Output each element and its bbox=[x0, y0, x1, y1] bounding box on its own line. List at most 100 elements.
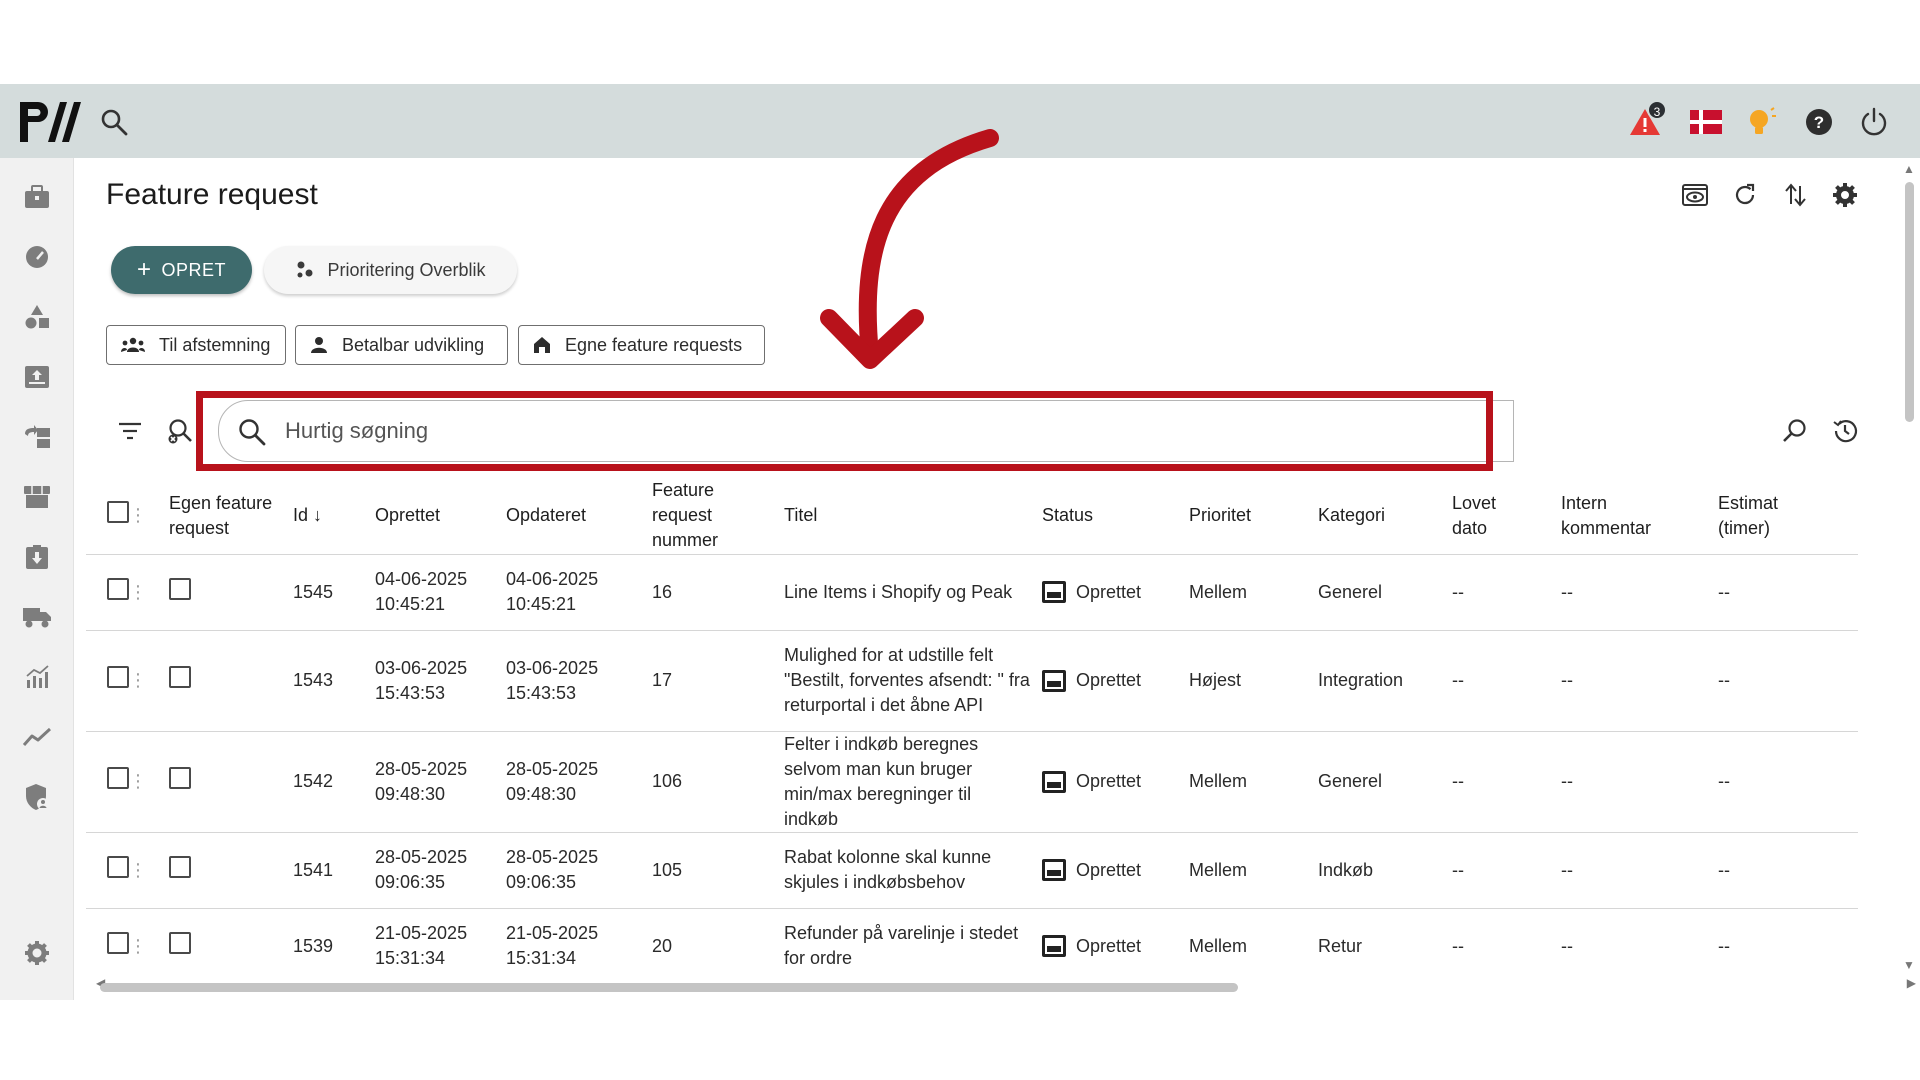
cell-internal-comment: -- bbox=[1561, 832, 1718, 909]
column-header-id[interactable]: Id ↓ bbox=[293, 478, 375, 555]
table-row[interactable]: ⋮ 1539 21-05-2025 15:31:34 21-05-2025 15… bbox=[86, 908, 1858, 978]
row-menu-icon[interactable]: ⋮ bbox=[129, 772, 147, 790]
cell-category: Integration bbox=[1318, 630, 1452, 732]
column-header-title[interactable]: Titel bbox=[784, 478, 1042, 555]
priority-overview-label: Prioritering Overblik bbox=[327, 259, 486, 280]
scroll-right-icon[interactable]: ▶ bbox=[1907, 976, 1916, 990]
vertical-scroll-thumb[interactable] bbox=[1905, 182, 1914, 422]
gauge-icon bbox=[26, 246, 48, 268]
own-request-checkbox[interactable] bbox=[169, 666, 191, 688]
sort-down-arrow-icon: ↓ bbox=[313, 505, 323, 526]
row-select-checkbox[interactable] bbox=[107, 767, 129, 789]
chip-til-afstemning[interactable]: Til afstemning bbox=[106, 325, 286, 365]
column-header-internal-comment[interactable]: Intern kommentar bbox=[1561, 478, 1718, 555]
chip-label: Betalbar udvikling bbox=[342, 334, 485, 355]
table-header-row: ⋮ Egen feature request Id ↓ Oprettet Opd… bbox=[86, 478, 1858, 555]
priority-overview-button[interactable]: Prioritering Overblik bbox=[264, 246, 517, 294]
sidebar-item-settings[interactable] bbox=[20, 936, 54, 970]
scroll-up-icon[interactable]: ▲ bbox=[1903, 162, 1915, 176]
own-request-checkbox[interactable] bbox=[169, 577, 191, 600]
column-header-estimate[interactable]: Estimat (timer) bbox=[1718, 478, 1858, 555]
chip-betalbar-udvikling[interactable]: Betalbar udvikling bbox=[295, 325, 508, 365]
row-select-checkbox[interactable] bbox=[107, 931, 129, 954]
sidebar-item-upload[interactable] bbox=[20, 360, 54, 394]
shield-user-icon bbox=[26, 784, 49, 810]
cell-internal-comment: -- bbox=[1561, 630, 1718, 732]
horizontal-scroll-thumb[interactable] bbox=[100, 983, 1238, 992]
cell-category: Indkøb bbox=[1318, 832, 1452, 909]
lightbulb-icon[interactable] bbox=[1740, 102, 1780, 142]
filter-icon[interactable] bbox=[113, 414, 147, 448]
column-header-category[interactable]: Kategori bbox=[1318, 478, 1452, 555]
chip-egne-feature-requests[interactable]: Egne feature requests bbox=[518, 325, 765, 365]
alert-icon[interactable]: 3 bbox=[1625, 100, 1667, 142]
plus-icon: + bbox=[136, 256, 152, 283]
sidebar-item-transfers[interactable] bbox=[20, 420, 54, 454]
cell-priority: Mellem bbox=[1189, 908, 1318, 978]
select-all-checkbox[interactable] bbox=[107, 501, 129, 524]
cell-category: Retur bbox=[1318, 908, 1452, 978]
search-icon[interactable] bbox=[100, 108, 128, 136]
cell-created: 04-06-2025 10:45:21 bbox=[375, 554, 506, 631]
own-request-checkbox[interactable] bbox=[169, 931, 191, 954]
own-request-checkbox[interactable] bbox=[169, 767, 191, 789]
help-icon[interactable]: ? bbox=[1799, 102, 1839, 142]
sidebar-item-store[interactable] bbox=[20, 480, 54, 514]
row-select-checkbox[interactable] bbox=[107, 666, 129, 688]
create-button-label: OPRET bbox=[161, 259, 227, 280]
scroll-down-icon[interactable]: ▼ bbox=[1903, 958, 1915, 972]
power-icon[interactable] bbox=[1854, 102, 1894, 142]
column-header-updated[interactable]: Opdateret bbox=[506, 478, 652, 555]
column-header-own[interactable]: Egen feature request bbox=[169, 478, 293, 555]
sidebar-item-categories[interactable] bbox=[20, 300, 54, 334]
column-header-number[interactable]: Feature request nummer bbox=[652, 478, 784, 555]
sidebar-item-admin[interactable] bbox=[20, 780, 54, 814]
visibility-icon[interactable] bbox=[1678, 178, 1712, 212]
sidebar-item-products[interactable] bbox=[20, 180, 54, 214]
sort-arrows-icon[interactable] bbox=[1778, 178, 1812, 212]
column-header-created[interactable]: Oprettet bbox=[375, 478, 506, 555]
sidebar-item-trends[interactable] bbox=[20, 720, 54, 754]
sidebar-item-statistics[interactable] bbox=[20, 660, 54, 694]
group-icon bbox=[121, 337, 145, 352]
sidebar-item-dashboard[interactable] bbox=[20, 240, 54, 274]
create-button[interactable]: + OPRET bbox=[111, 246, 252, 294]
table-row[interactable]: ⋮ 1543 03-06-2025 15:43:53 03-06-2025 15… bbox=[86, 630, 1858, 732]
cell-updated: 03-06-2025 15:43:53 bbox=[506, 630, 652, 732]
advanced-search-icon[interactable] bbox=[1778, 414, 1812, 448]
table-row[interactable]: ⋮ 1542 28-05-2025 09:48:30 28-05-2025 09… bbox=[86, 731, 1858, 833]
briefcase-icon bbox=[25, 185, 49, 208]
cell-updated: 28-05-2025 09:06:35 bbox=[506, 832, 652, 909]
column-header-promised-date[interactable]: Lovet dato bbox=[1452, 478, 1561, 555]
column-header-priority[interactable]: Prioritet bbox=[1189, 478, 1318, 555]
clear-search-icon[interactable] bbox=[163, 414, 197, 448]
table-row[interactable]: ⋮ 1545 04-06-2025 10:45:21 04-06-2025 10… bbox=[86, 554, 1858, 631]
table-row[interactable]: ⋮ 1541 28-05-2025 09:06:35 28-05-2025 09… bbox=[86, 832, 1858, 909]
cell-updated: 21-05-2025 15:31:34 bbox=[506, 908, 652, 978]
row-menu-icon[interactable]: ⋮ bbox=[129, 583, 147, 601]
row-menu-icon[interactable]: ⋮ bbox=[129, 671, 147, 689]
own-request-checkbox[interactable] bbox=[169, 855, 191, 878]
language-flag-icon[interactable] bbox=[1686, 102, 1726, 142]
column-header-status[interactable]: Status bbox=[1042, 478, 1189, 555]
sidebar-item-shipping[interactable] bbox=[20, 600, 54, 634]
history-icon[interactable] bbox=[1828, 414, 1862, 448]
refresh-icon[interactable] bbox=[1728, 178, 1762, 212]
shapes-icon bbox=[25, 305, 49, 329]
cell-estimate: -- bbox=[1718, 630, 1858, 732]
row-menu-icon[interactable]: ⋮ bbox=[129, 861, 147, 879]
row-select-checkbox[interactable] bbox=[107, 577, 129, 600]
row-select-checkbox[interactable] bbox=[107, 855, 129, 878]
settings-gear-icon[interactable] bbox=[1828, 178, 1862, 212]
sidebar-item-inbound[interactable] bbox=[20, 540, 54, 574]
cell-internal-comment: -- bbox=[1561, 554, 1718, 631]
cell-estimate: -- bbox=[1718, 908, 1858, 978]
cell-created: 28-05-2025 09:48:30 bbox=[375, 731, 506, 833]
row-menu-icon[interactable]: ⋮ bbox=[129, 937, 147, 955]
column-menu-icon[interactable]: ⋮ bbox=[129, 506, 147, 524]
inbox-icon bbox=[1042, 581, 1066, 603]
upload-icon bbox=[25, 366, 49, 388]
truck-icon bbox=[23, 608, 51, 628]
pw-logo[interactable] bbox=[18, 100, 84, 144]
cell-priority: Mellem bbox=[1189, 832, 1318, 909]
